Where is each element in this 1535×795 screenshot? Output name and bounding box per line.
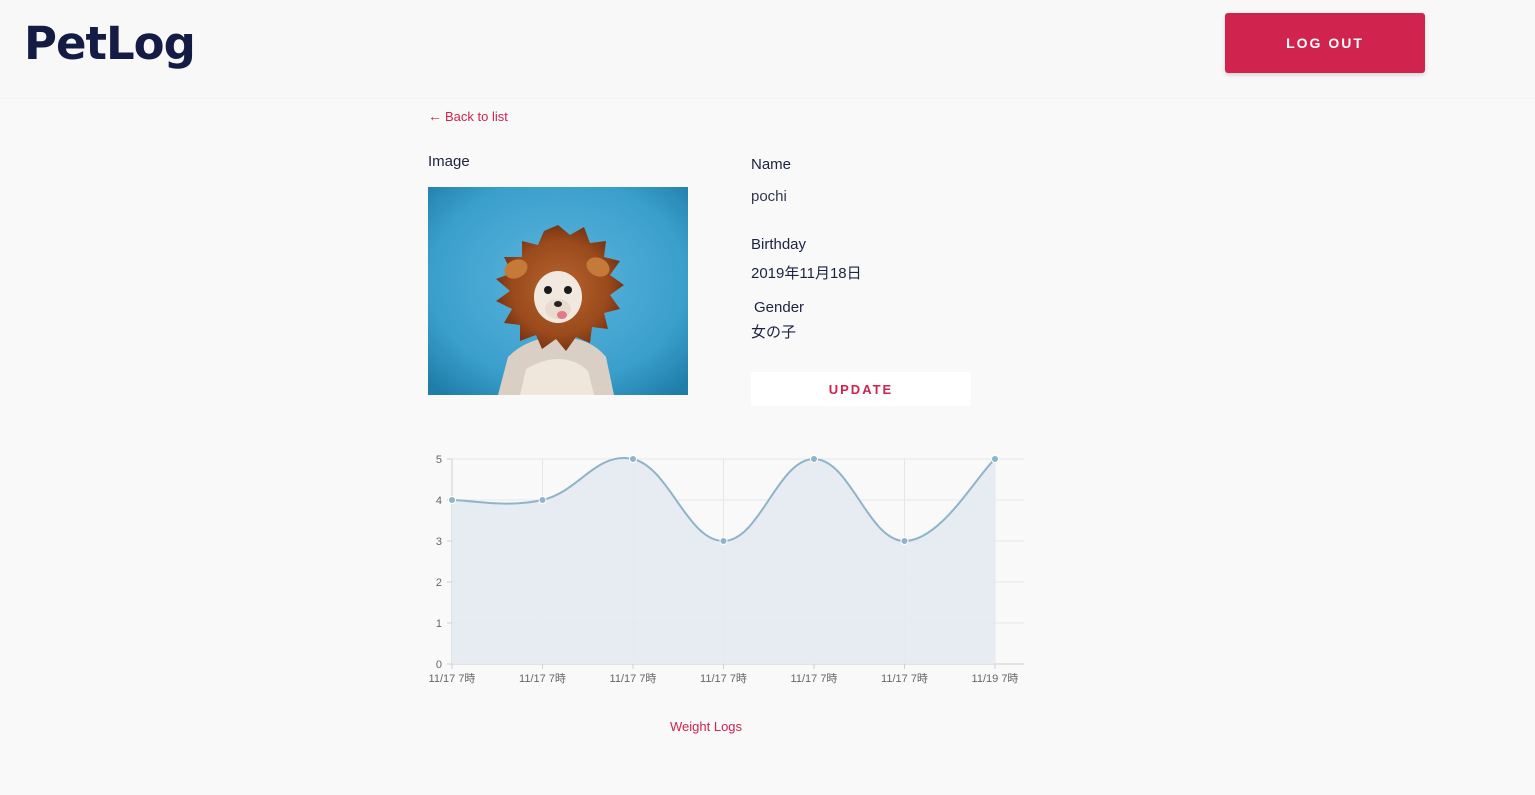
logout-button[interactable]: LOG OUT [1225,13,1425,73]
name-value: pochi [751,188,787,205]
weight-logs-link[interactable]: Weight Logs [670,719,742,734]
x-tick-label: 11/17 7時 [881,672,928,685]
x-tick-label: 11/17 7時 [791,672,838,685]
data-point [991,455,999,463]
data-point [900,537,909,545]
x-tick-label: 11/17 7時 [610,672,657,685]
x-tick-label: 11/17 7時 [519,672,566,685]
back-to-list-label: Back to list [445,108,508,124]
data-point [719,537,728,545]
app-header: PetLog LOG OUT [0,0,1535,98]
gender-value: 女の子 [751,324,797,341]
y-tick-label: 0 [436,659,442,671]
update-button[interactable]: UPDATE [751,372,971,406]
birthday-label: Birthday [751,236,807,253]
data-point [810,455,818,463]
y-tick-label: 3 [436,536,442,548]
arrow-left-icon: ← [428,108,442,124]
data-point [538,496,547,504]
name-label: Name [751,156,792,173]
y-tick-label: 1 [436,618,442,630]
data-point [448,496,456,504]
birthday-value: 2019年11月18日 [751,265,862,282]
gender-label: Gender [754,299,805,316]
weight-chart: 0 1 2 3 4 5 11/17 7時 11/17 7時 11/17 7時 11/17 7時 11… [429,454,1024,685]
y-tick-label: 4 [436,495,442,507]
x-tick-label: 11/17 7時 [700,672,747,685]
y-tick-label: 5 [436,454,442,466]
back-to-list-link[interactable]: ← Back to list [428,108,508,124]
app-logo[interactable]: PetLog [24,17,196,70]
x-tick-label: 11/19 7時 [972,672,1019,685]
data-point [629,455,637,463]
y-tick-label: 2 [436,577,442,589]
x-tick-label: 11/17 7時 [429,672,476,685]
image-label: Image [428,153,470,170]
pet-photo [428,187,688,395]
dog-in-lion-mane-photo-icon [428,187,688,395]
